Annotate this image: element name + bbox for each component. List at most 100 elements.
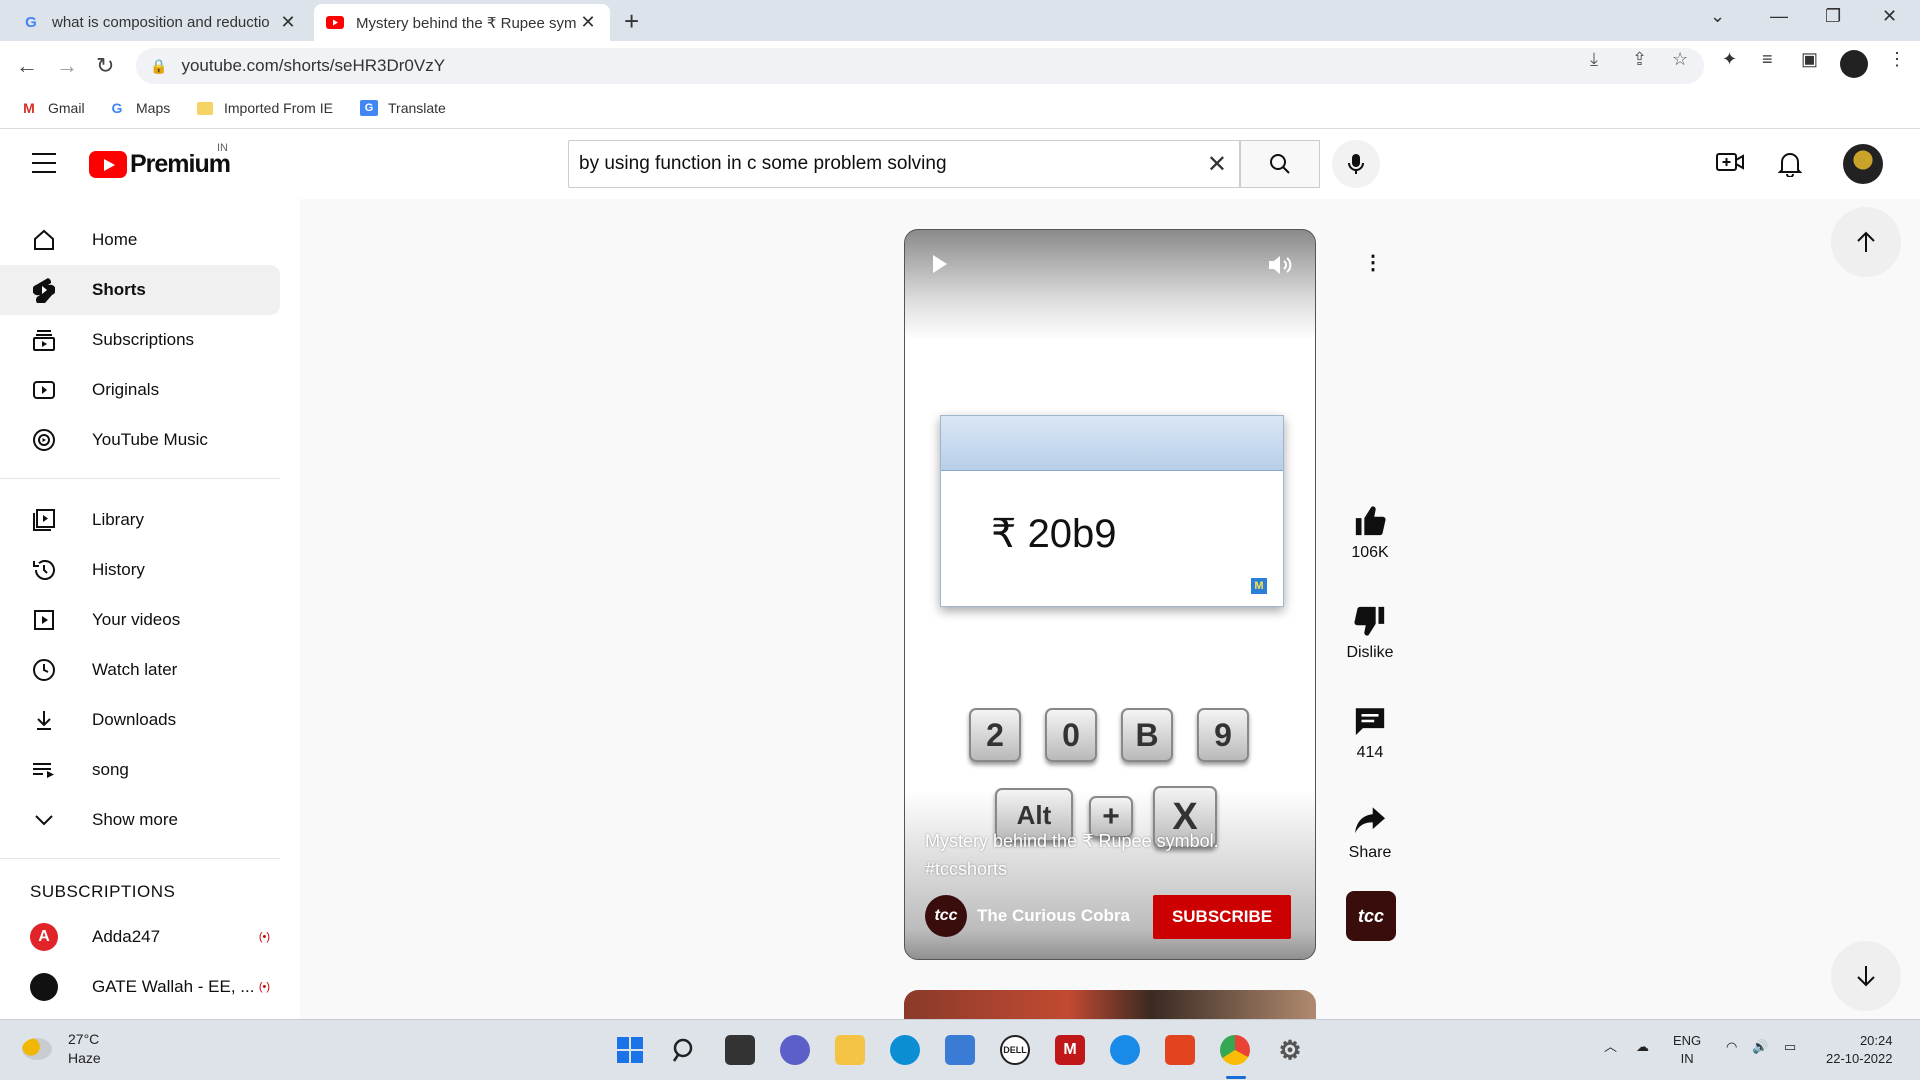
sidebar-item-originals[interactable]: Originals [0,365,280,415]
weather-widget[interactable]: 27°C Haze [22,1030,101,1068]
bookmark-star-icon[interactable]: ☆ [1672,49,1688,70]
sidebar-item-library[interactable]: Library [0,495,280,545]
side-panel-icon[interactable]: ▣ [1801,49,1818,70]
language-indicator[interactable]: ENG IN [1673,1032,1701,1068]
search-button[interactable] [1240,140,1320,188]
search-input[interactable]: by using function in c some problem solv… [568,140,1240,188]
share-arrow-icon [1345,798,1395,844]
subscribe-button[interactable]: SUBSCRIBE [1153,895,1291,939]
clock[interactable]: 20:24 22-10-2022 [1826,1032,1893,1068]
chrome-icon[interactable] [1220,1035,1250,1065]
lock-icon[interactable]: 🔒 [150,58,167,75]
app-icon[interactable] [1110,1035,1140,1065]
bookmark-gmail[interactable]: M Gmail [20,100,84,116]
menu-icon[interactable] [32,153,56,180]
search-icon[interactable] [670,1035,700,1065]
bookmark-maps[interactable]: G Maps [108,100,171,116]
comments-button[interactable]: 414 [1345,698,1395,762]
file-explorer-icon[interactable] [835,1035,865,1065]
office-icon[interactable] [1165,1035,1195,1065]
sidebar-item-watch-later[interactable]: Watch later [0,645,280,695]
install-app-icon[interactable]: ⤓ [1590,49,1598,70]
share-page-icon[interactable]: ⇪ [1632,49,1647,70]
browser-tab-active[interactable]: Mystery behind the ₹ Rupee sym ✕ [314,4,610,41]
back-button[interactable]: ← [16,53,38,79]
task-view-icon[interactable] [725,1035,755,1065]
sidebar-item-youtube-music[interactable]: YouTube Music [0,415,280,465]
sidebar-item-label: Library [92,510,144,529]
dislike-button[interactable]: Dislike [1345,598,1395,662]
account-avatar[interactable] [1843,144,1883,184]
sidebar-item-song[interactable]: song [0,745,280,795]
tab-search-icon[interactable]: ⌄ [1710,6,1725,27]
key-cap: 2 [969,708,1021,762]
sidebar-item-label: Downloads [92,710,177,729]
short-caption[interactable]: Mystery behind the ₹ Rupee symbol. #tccs… [925,827,1275,883]
sidebar-item-label: Home [92,230,138,249]
minimize-button[interactable]: — [1770,6,1788,27]
channel-thumbnail[interactable]: tcc [1346,891,1396,941]
mcafee-icon[interactable]: M [1055,1035,1085,1065]
sidebar-item-label: Shorts [92,280,146,299]
wifi-icon[interactable]: ◠ [1726,1038,1737,1056]
share-button[interactable]: Share [1345,798,1395,862]
dell-icon[interactable]: DELL [1000,1035,1030,1065]
settings-gear-icon[interactable]: ⚙ [1275,1035,1305,1065]
show-hidden-icons-icon[interactable]: ︿ [1604,1038,1617,1056]
next-short-button[interactable] [1831,941,1901,1011]
notifications-bell-icon[interactable] [1777,151,1803,184]
bookmark-imported-from-ie[interactable]: Imported From IE [196,100,333,116]
home-icon [30,226,58,254]
sidebar-item-shorts[interactable]: Shorts [0,265,280,315]
create-video-icon[interactable] [1716,151,1744,180]
channel-avatar[interactable]: tcc [925,895,967,937]
like-button[interactable]: 106K [1345,498,1395,562]
channel-info[interactable]: tcc The Curious Cobra [925,895,1130,937]
browser-tab[interactable]: G what is composition and reductio ✕ [10,4,310,41]
close-tab-icon[interactable]: ✕ [578,12,598,33]
clear-search-icon[interactable]: ✕ [1207,150,1227,179]
short-video-player[interactable]: ₹ 20b9 M 2 0 B 9 Alt + X Mystery behind … [904,229,1316,960]
more-options-icon[interactable]: ⋮ [1363,250,1383,275]
voice-search-button[interactable] [1332,140,1380,188]
close-tab-icon[interactable]: ✕ [278,12,298,33]
bookmark-translate[interactable]: G Translate [360,100,446,116]
teams-chat-icon[interactable] [780,1035,810,1065]
windows-taskbar: 27°C Haze DELL M ⚙ ︿ ☁ ENG IN ◠ 🔊 ▭ 20:2… [0,1019,1920,1080]
new-tab-button[interactable]: + [624,6,639,37]
speaker-icon[interactable]: 🔊 [1752,1038,1768,1056]
channel-name[interactable]: The Curious Cobra [977,906,1130,926]
reload-button[interactable]: ↻ [96,53,114,79]
address-bar[interactable]: 🔒 youtube.com/shorts/seHR3Dr0VzY [136,48,1704,84]
subscription-item[interactable]: A Adda247 (•) [0,912,280,962]
edge-browser-icon[interactable] [890,1035,920,1065]
rupee-unicode-text: ₹ 20b9 [991,512,1117,556]
sidebar-item-history[interactable]: History [0,545,280,595]
sidebar-item-downloads[interactable]: Downloads [0,695,280,745]
microsoft-store-icon[interactable] [945,1035,975,1065]
sidebar-item-home[interactable]: Home [0,215,280,265]
windows-start-icon[interactable] [615,1035,645,1065]
close-window-button[interactable]: ✕ [1882,6,1897,27]
youtube-premium-logo[interactable]: Premium IN [89,142,231,179]
sidebar-item-your-videos[interactable]: Your videos [0,595,280,645]
subscription-name: Adda247 [92,927,161,946]
media-control-icon[interactable]: ≡ [1762,49,1773,70]
subscription-item[interactable]: GATE Wallah - EE, ... (•) [0,962,280,1012]
sidebar-item-subscriptions[interactable]: Subscriptions [0,315,280,365]
sidebar-item-label: Watch later [92,660,178,679]
sidebar-item-show-more[interactable]: Show more [0,795,280,845]
previous-short-button[interactable] [1831,207,1901,277]
forward-button[interactable]: → [56,53,78,79]
battery-icon[interactable]: ▭ [1784,1038,1796,1056]
onedrive-icon[interactable]: ☁ [1636,1038,1649,1056]
google-g-icon: G [25,14,37,31]
extensions-icon[interactable]: ✦ [1722,49,1737,70]
browser-menu-icon[interactable]: ⋮ [1888,49,1906,70]
watermark-logo-icon: M [1251,578,1267,594]
volume-icon[interactable] [1267,254,1293,282]
country-code: IN [217,142,228,154]
restore-button[interactable]: ❐ [1825,6,1841,27]
profile-avatar[interactable] [1840,50,1868,78]
play-icon[interactable] [931,254,949,280]
